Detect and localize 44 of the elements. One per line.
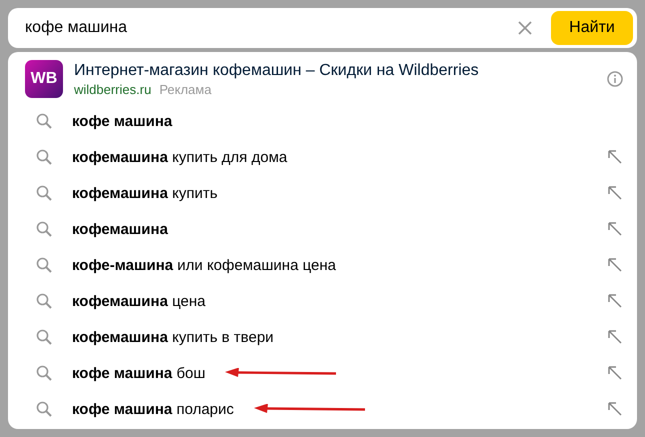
suggestion-text: кофемашина купить [72,184,218,202]
fill-arrow-icon[interactable] [607,365,623,381]
suggestion-text: кофе машина бош [72,364,206,382]
search-icon [36,113,52,129]
suggestion-text: кофе-машина или кофемашина цена [72,256,336,274]
search-icon [36,329,52,345]
search-icon [36,293,52,309]
suggestion-item[interactable]: кофемашина купить для дома [8,139,637,175]
suggestion-item[interactable]: кофемашина купить [8,175,637,211]
fill-arrow-icon[interactable] [607,185,623,201]
shop-logo: WB [25,60,63,98]
suggestion-item[interactable]: кофе-машина или кофемашина цена [8,247,637,283]
fill-arrow-icon[interactable] [607,293,623,309]
info-icon[interactable] [607,71,623,87]
suggestion-item[interactable]: кофемашина цена [8,283,637,319]
suggestion-item[interactable]: кофемашина купить в твери [8,319,637,355]
ad-domain: wildberries.ru [74,82,152,96]
search-icon [36,149,52,165]
ad-result[interactable]: WB Интернет-магазин кофемашин – Скидки на Wildberries wildberries.ru Реклама [8,55,637,103]
suggestion-text: кофемашина цена [72,292,206,310]
search-icon [36,401,52,417]
search-icon [36,257,52,273]
suggestion-text: кофемашина купить в твери [72,328,274,346]
suggestion-item[interactable]: кофемашина [8,211,637,247]
suggestion-item[interactable]: кофе машина [8,103,637,139]
close-icon[interactable] [517,20,533,36]
fill-arrow-icon[interactable] [607,221,623,237]
search-icon [36,365,52,381]
search-icon [36,221,52,237]
ad-label: Реклама [159,82,212,96]
ad-title[interactable]: Интернет-магазин кофемашин – Скидки на Wildberries [74,62,596,80]
suggestion-item[interactable]: кофе машина поларис [8,391,637,427]
fill-arrow-icon[interactable] [607,257,623,273]
suggestion-item[interactable]: кофе машина бош [8,355,637,391]
suggestion-text: кофемашина [72,220,168,238]
fill-arrow-icon[interactable] [607,401,623,417]
suggestion-text: кофе машина поларис [72,400,234,418]
search-icon [36,185,52,201]
search-button[interactable]: Найти [551,11,633,45]
search-field[interactable]: кофе машина Найти [8,8,637,48]
suggestion-text: кофе машина [72,112,172,130]
fill-arrow-icon[interactable] [607,329,623,345]
suggestion-text: кофемашина купить для дома [72,148,288,166]
fill-arrow-icon[interactable] [607,149,623,165]
